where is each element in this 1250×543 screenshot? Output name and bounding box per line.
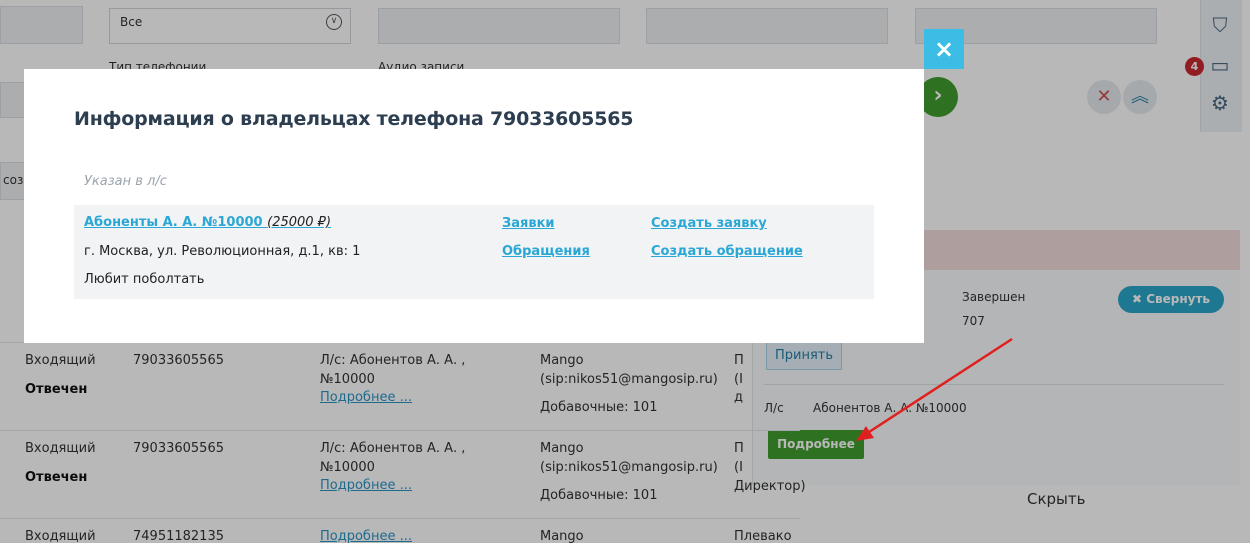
modal-close-button[interactable]: × [924,29,964,69]
create-appeal-link[interactable]: Создать обращение [651,244,803,259]
modal-title: Информация о владельцах телефона 7903360… [74,108,634,130]
owner-address: г. Москва, ул. Революционная, д.1, кв: 1 [84,244,361,259]
owner-name-link[interactable]: Абоненты А. А. №10000 [84,215,263,230]
create-request-link[interactable]: Создать заявку [651,216,767,231]
appeals-link[interactable]: Обращения [502,244,590,259]
requests-link[interactable]: Заявки [502,216,555,231]
owner-balance: (25000 ₽) [267,215,332,230]
close-icon: × [933,35,955,63]
modal-note: Указан в л/с [84,174,167,189]
owner-account-link[interactable]: Абоненты А. А. №10000 (25000 ₽) [84,215,331,230]
owner-comment: Любит поболтать [84,272,205,287]
